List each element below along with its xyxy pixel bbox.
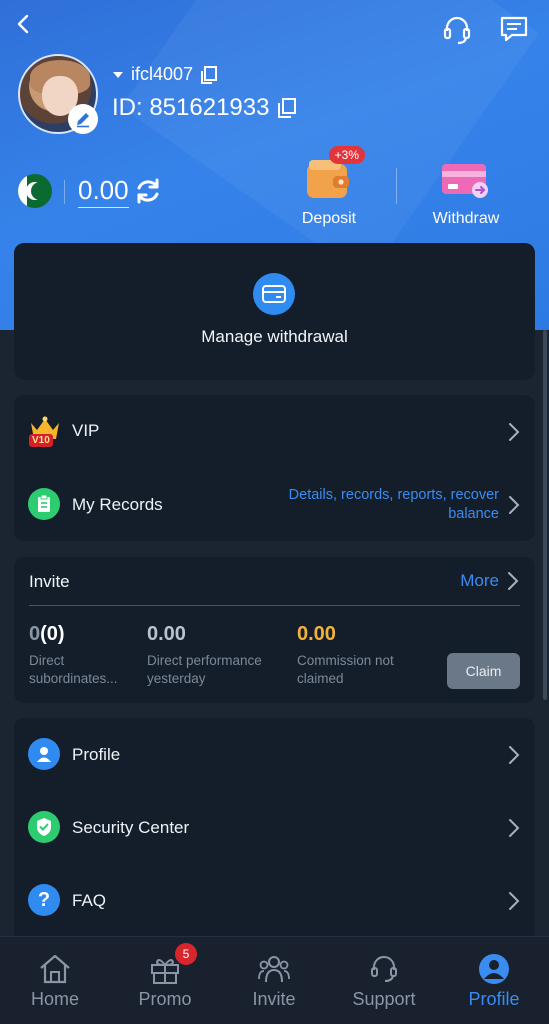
nav-support[interactable]: Support	[329, 937, 439, 1024]
chevron-right-icon	[509, 892, 520, 910]
profile-label: Profile	[72, 745, 121, 764]
nav-promo[interactable]: Promo 5	[110, 937, 220, 1024]
stat-direct-subordinates: 0(0) Direct subordinates...	[29, 623, 118, 686]
security-center-row[interactable]: Security Center	[14, 791, 535, 864]
refresh-icon[interactable]	[134, 176, 162, 206]
people-icon	[258, 956, 290, 983]
nav-profile[interactable]: Profile	[439, 937, 549, 1024]
divider	[64, 180, 65, 204]
chevron-right-icon	[509, 819, 520, 837]
nav-home[interactable]: Home	[0, 937, 110, 1024]
user-circle-icon	[479, 954, 509, 984]
headset-icon	[443, 16, 471, 45]
chevron-right-icon	[509, 423, 520, 441]
security-center-label: Security Center	[72, 818, 190, 837]
invite-card: Invite More 0(0) Direct subordinates... 0…	[14, 557, 535, 703]
withdraw-label: Withdraw	[432, 210, 500, 227]
profile-row[interactable]: Profile	[14, 718, 535, 791]
username-row: ifcl4007	[112, 64, 218, 85]
vip-row[interactable]: V10 VIP	[14, 395, 535, 468]
caret-down-icon	[113, 71, 123, 78]
vip-records-card: V10 VIP My Records Details, records, rep…	[14, 395, 535, 541]
user-icon	[28, 738, 60, 770]
chevron-left-icon	[17, 14, 29, 34]
deposit-button[interactable]: +3% Deposit	[269, 146, 389, 228]
withdraw-button[interactable]: Withdraw	[406, 152, 526, 228]
wallet-balance: 0.00	[78, 175, 129, 208]
my-records-row[interactable]: My Records Details, records, reports, re…	[14, 468, 535, 541]
scrollbar[interactable]	[543, 330, 547, 700]
credit-card-icon	[442, 164, 488, 198]
promo-badge: 5	[175, 943, 197, 965]
manage-withdrawal-card[interactable]: Manage withdrawal	[14, 243, 535, 380]
faq-row[interactable]: ? FAQ	[14, 864, 535, 937]
shield-icon	[28, 811, 60, 843]
back-button[interactable]	[10, 10, 38, 38]
pakistan-flag-icon	[18, 174, 52, 208]
nav-invite[interactable]: Invite	[219, 937, 329, 1024]
records-description: Details, records, reports, recover balan…	[288, 487, 499, 522]
home-icon	[40, 954, 70, 984]
chevron-right-icon	[509, 496, 520, 514]
headset-icon	[371, 956, 397, 982]
divider	[29, 605, 520, 606]
vip-crown-icon: V10	[28, 415, 62, 449]
deposit-label: Deposit	[301, 210, 357, 227]
header-decoration	[121, 0, 539, 279]
claim-button[interactable]: Claim	[447, 653, 520, 689]
invite-more-link[interactable]: More	[460, 571, 519, 591]
records-icon	[28, 488, 60, 520]
stat-direct-performance: 0.00 Direct performance yesterday	[147, 623, 262, 686]
vip-level-badge: V10	[29, 434, 53, 447]
copy-icon[interactable]	[200, 65, 218, 85]
pencil-icon	[77, 113, 89, 128]
bottom-navigation: Home Promo 5 Invite Support Profile	[0, 936, 549, 1024]
chevron-right-icon	[509, 746, 520, 764]
settings-card: Profile Security Center ? FAQ	[14, 718, 535, 948]
message-icon	[500, 16, 528, 42]
user-id: ID: 851621933	[112, 94, 270, 121]
stat-commission: 0.00 Commission not claimed	[297, 623, 394, 686]
username: ifcl4007	[131, 64, 194, 84]
divider	[396, 168, 397, 204]
user-id-row: ID: 851621933	[112, 94, 297, 122]
customer-service-button[interactable]	[440, 12, 474, 46]
deposit-bonus-badge: +3%	[328, 146, 365, 164]
question-icon: ?	[28, 884, 60, 916]
invite-title: Invite	[29, 572, 70, 591]
manage-withdrawal-label: Manage withdrawal	[201, 327, 348, 346]
chevron-right-icon	[508, 572, 519, 590]
edit-avatar-button[interactable]	[68, 104, 98, 134]
wallet-card-icon	[253, 273, 295, 315]
messages-button[interactable]	[497, 12, 531, 46]
copy-icon[interactable]	[277, 97, 297, 119]
my-records-label: My Records	[72, 495, 163, 514]
faq-label: FAQ	[72, 891, 107, 910]
vip-label: VIP	[72, 421, 100, 440]
